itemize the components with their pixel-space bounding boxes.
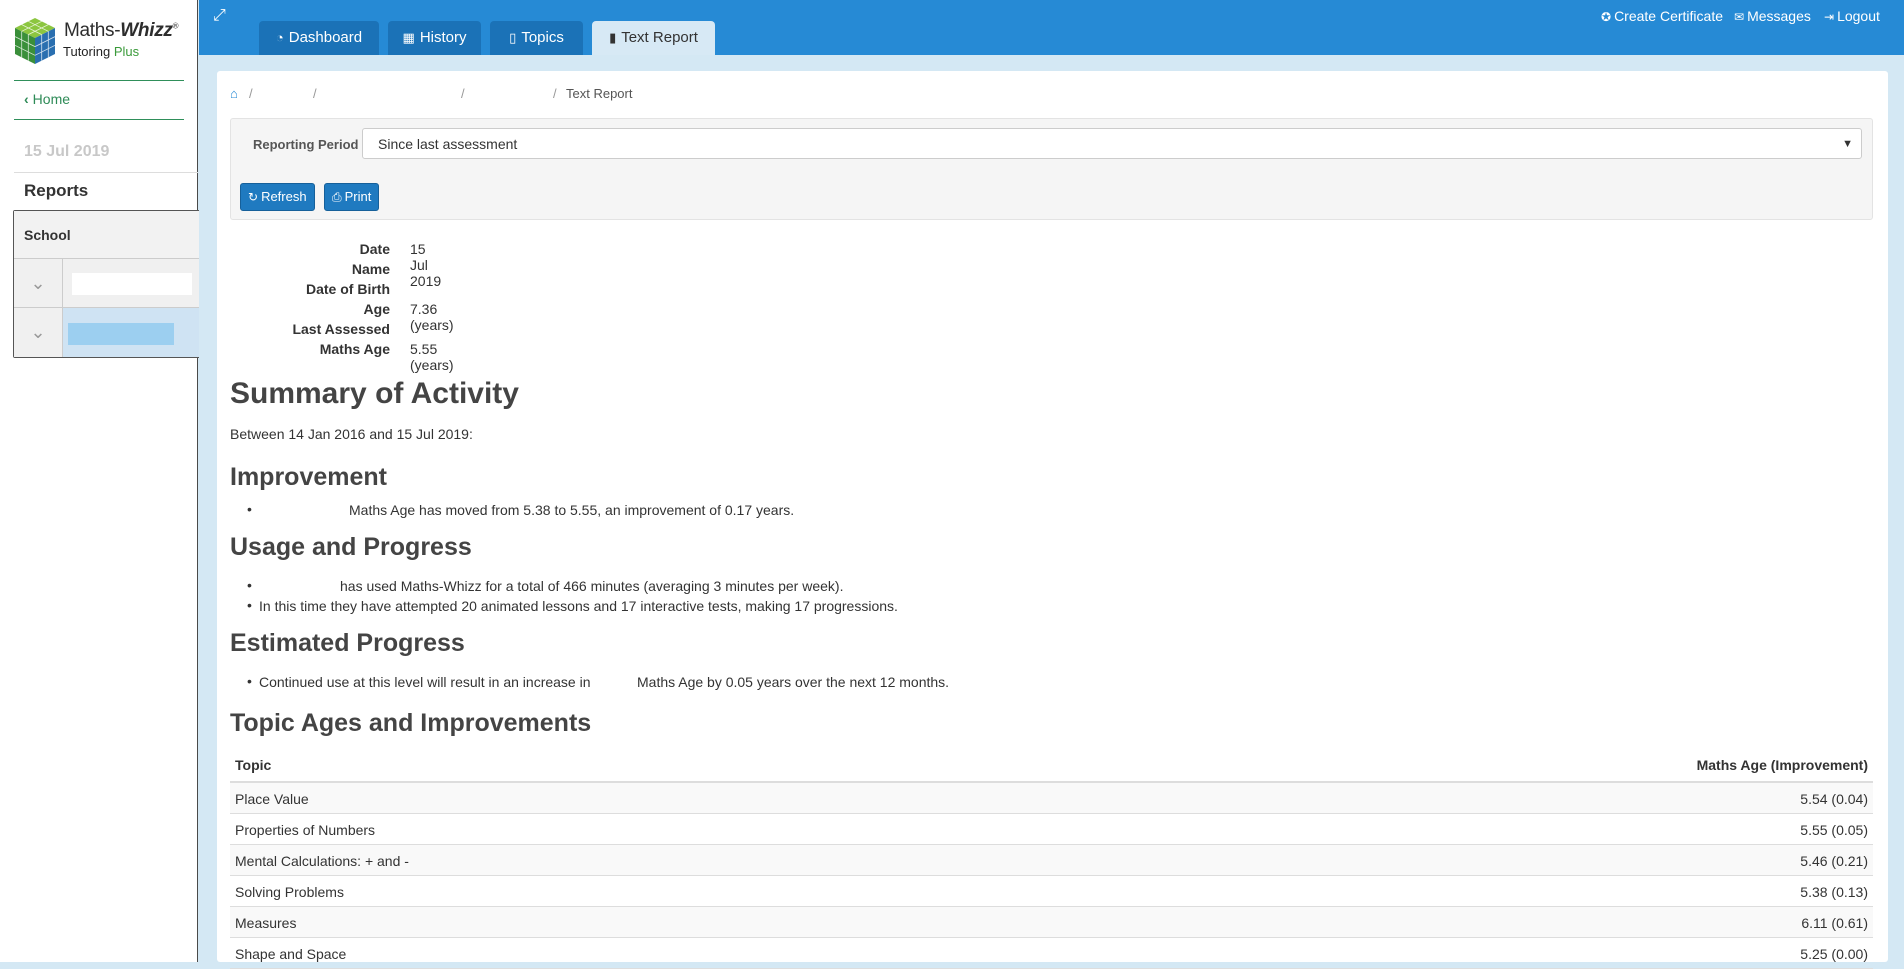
table-row: Shape and Space 5.25 (0.00) xyxy=(230,938,1873,969)
breadcrumb-separator: / xyxy=(313,86,317,101)
maths-whizz-logo[interactable]: Maths-Whizz® Tutoring Plus xyxy=(13,16,193,66)
brand-name: Maths-Whizz® xyxy=(64,20,179,41)
logout-link[interactable]: ⇥ Logout xyxy=(1824,8,1880,24)
breadcrumb-separator: / xyxy=(553,86,557,101)
chevron-left-icon: ‹ xyxy=(24,91,29,107)
refresh-button[interactable]: ↻ Refresh xyxy=(240,183,315,211)
refresh-icon: ↻ xyxy=(248,190,259,204)
reports-heading: Reports xyxy=(24,181,89,200)
brand-subtitle: Tutoring Plus xyxy=(63,44,140,59)
breadcrumb-separator: / xyxy=(461,86,465,101)
filter-panel: Reporting Period Since last assessment ▼… xyxy=(230,118,1873,220)
topic-ages-heading: Topic Ages and Improvements xyxy=(230,709,592,737)
cube-logo-icon xyxy=(14,18,56,64)
divider xyxy=(14,172,198,173)
chevron-down-icon[interactable]: ⌄ xyxy=(14,308,63,357)
student-name-field xyxy=(68,323,174,345)
topic-table: Topic Maths Age (Improvement) Place Valu… xyxy=(230,750,1873,969)
table-row: Solving Problems 5.38 (0.13) xyxy=(230,876,1873,907)
file-icon: ▮ xyxy=(609,30,617,45)
tab-history[interactable]: ▦ History xyxy=(388,21,481,55)
reporting-period-label: Reporting Period xyxy=(253,137,359,152)
table-row: Place Value 5.54 (0.04) xyxy=(230,783,1873,814)
tree-row-student-selected[interactable]: ⌄ xyxy=(14,308,199,357)
tab-dashboard[interactable]: ◔ Dashboard xyxy=(259,21,379,55)
dropdown-arrow-icon: ▼ xyxy=(1842,138,1853,150)
class-name-field xyxy=(72,273,192,295)
table-row: Properties of Numbers 5.55 (0.05) xyxy=(230,814,1873,845)
table-row: Mental Calculations: + and -5.46 (0.21) xyxy=(230,845,1873,876)
breadcrumb-current: Text Report xyxy=(566,86,633,101)
dashboard-icon: ◔ xyxy=(275,30,284,45)
tab-text-report[interactable]: ▮ Text Report xyxy=(592,21,715,55)
print-button[interactable]: ⎙ Print xyxy=(324,183,380,211)
reporting-period-select[interactable]: Since last assessment ▼ xyxy=(362,128,1862,159)
report-panel: ⌂ / / / / Text Report Reporting Period S… xyxy=(217,71,1888,969)
breadcrumb-separator: / xyxy=(249,86,253,101)
certificate-icon: ✪ xyxy=(1601,10,1612,24)
sidebar-date: 15 Jul 2019 xyxy=(24,143,110,160)
home-icon[interactable]: ⌂ xyxy=(230,86,238,101)
book-icon: ▯ xyxy=(509,30,517,45)
tree-row-class[interactable]: ⌄ xyxy=(14,259,199,308)
table-header: Topic Maths Age (Improvement) xyxy=(230,750,1873,783)
summary-heading: Summary of Activity xyxy=(230,377,519,410)
table-row: Measures 6.11 (0.61) xyxy=(230,907,1873,938)
logout-icon: ⇥ xyxy=(1824,10,1835,24)
school-header[interactable]: School xyxy=(14,211,199,259)
period-text: Between 14 Jan 2016 and 15 Jul 2019: xyxy=(230,426,473,442)
create-certificate-link[interactable]: ✪ Create Certificate xyxy=(1601,8,1723,24)
home-link[interactable]: ‹ Home xyxy=(24,91,70,107)
chevron-down-icon[interactable]: ⌄ xyxy=(14,259,63,307)
envelope-icon: ✉ xyxy=(1734,10,1745,24)
school-tree: School ⌄ ⌄ xyxy=(13,210,199,358)
usage-heading: Usage and Progress xyxy=(230,533,472,561)
calendar-icon: ▦ xyxy=(402,30,415,45)
table-body: Place Value 5.54 (0.04) Properties of Num… xyxy=(230,783,1873,969)
tab-topics[interactable]: ▯ Topics xyxy=(490,21,583,55)
divider xyxy=(14,80,184,81)
divider xyxy=(14,119,184,120)
improvement-heading: Improvement xyxy=(230,463,387,491)
print-icon: ⎙ xyxy=(332,190,342,204)
breadcrumb: ⌂ xyxy=(230,86,238,101)
top-nav-bar: ⤢ ◔ Dashboard ▦ History ▯ Topics ▮ Text Repo… xyxy=(199,0,1904,55)
sidebar: Maths-Whizz® Tutoring Plus ‹ Home 15 Jul … xyxy=(0,0,199,962)
messages-link[interactable]: ✉ Messages xyxy=(1734,8,1811,24)
estimated-heading: Estimated Progress xyxy=(230,629,465,657)
expand-icon[interactable]: ⤢ xyxy=(213,7,226,25)
